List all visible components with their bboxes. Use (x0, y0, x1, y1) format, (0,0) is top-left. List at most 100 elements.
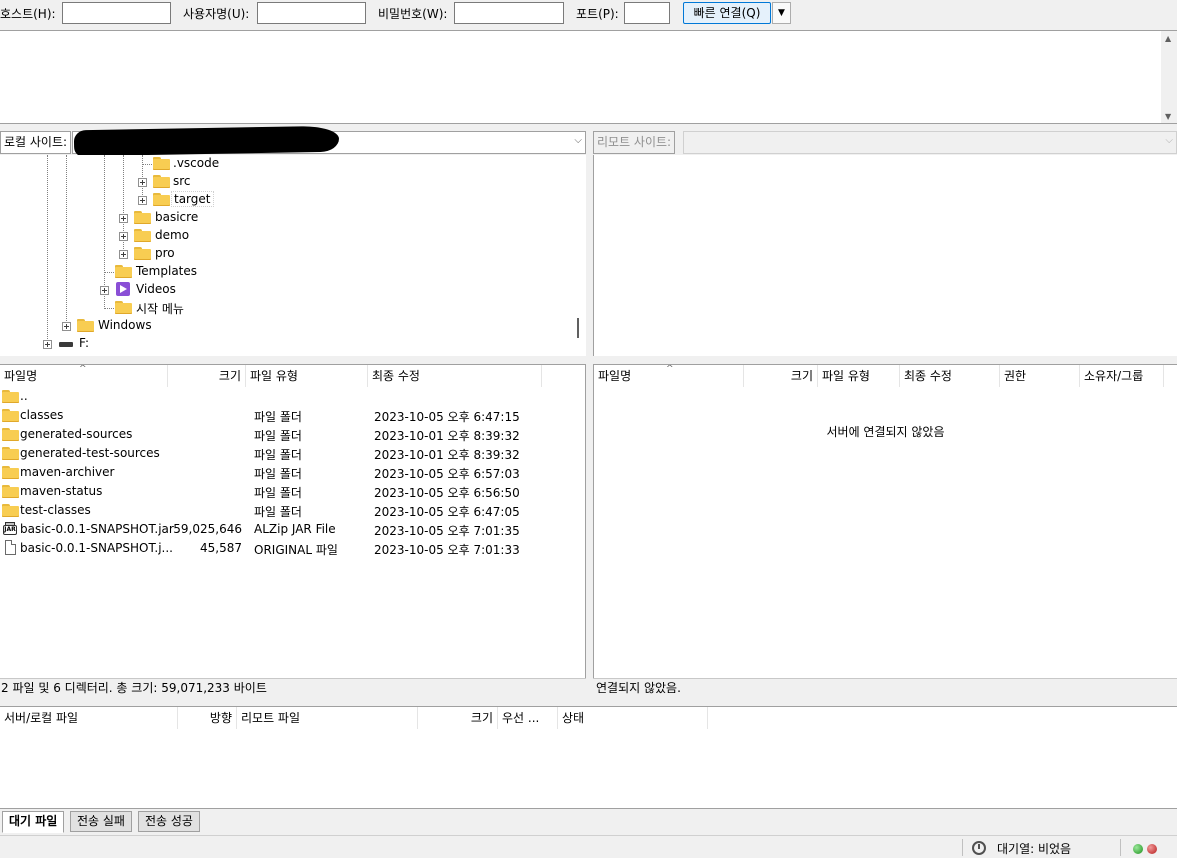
local-site-label: 로컬 사이트: (0, 131, 72, 154)
column-header-permissions[interactable]: 권한 (1000, 365, 1080, 387)
port-input[interactable] (624, 2, 670, 24)
folder-icon (2, 485, 19, 498)
file-row[interactable]: maven-archiver 파일 폴더 2023-10-05 오후 6:57:… (0, 463, 585, 482)
expand-icon[interactable] (119, 232, 128, 241)
file-row[interactable]: maven-status 파일 폴더 2023-10-05 오후 6:56:50 (0, 482, 585, 501)
file-row[interactable]: basic-0.0.1-SNAPSHOT.j... 45,587 ORIGINA… (0, 539, 585, 558)
file-name: basic-0.0.1-SNAPSHOT.j... (20, 541, 173, 555)
remote-tree[interactable] (593, 155, 1177, 356)
column-header-filename[interactable]: 파일명 ^ (594, 365, 744, 387)
expand-icon[interactable] (62, 322, 71, 331)
connection-led-green-icon (1133, 844, 1143, 854)
folder-icon (77, 319, 94, 332)
file-modified: 2023-10-05 오후 6:47:15 (374, 410, 520, 424)
file-type: 파일 폴더 (254, 467, 302, 481)
queue-header-status[interactable]: 상태 (558, 707, 708, 729)
password-input[interactable] (454, 2, 564, 24)
file-row[interactable]: generated-sources 파일 폴더 2023-10-01 오후 8:… (0, 425, 585, 444)
tree-node-src[interactable]: src (173, 174, 191, 188)
expand-icon[interactable] (138, 196, 147, 205)
tree-node-templates[interactable]: Templates (136, 264, 197, 278)
folder-icon (2, 409, 19, 422)
column-header-type[interactable]: 파일 유형 (246, 365, 368, 387)
tree-node-drive-f[interactable]: F: (79, 336, 89, 350)
queue-header-local-file[interactable]: 서버/로컬 파일 (0, 707, 178, 729)
host-input[interactable] (62, 2, 171, 24)
file-name: classes (20, 408, 64, 422)
expand-icon[interactable] (119, 214, 128, 223)
column-header-modified[interactable]: 최종 수정 (900, 365, 1000, 387)
file-row[interactable]: .. (0, 387, 585, 406)
tree-node-target[interactable]: target (171, 191, 214, 207)
tree-node-windows[interactable]: Windows (98, 318, 152, 332)
divider (1120, 839, 1121, 856)
divider (962, 839, 963, 856)
local-tree[interactable]: .vscode src target basicre demo pro Temp… (0, 155, 586, 356)
message-log-scrollbar[interactable]: ▲ ▼ (1161, 31, 1177, 123)
queue-status-icon (972, 841, 986, 855)
file-type: 파일 폴더 (254, 410, 302, 424)
scroll-down-icon[interactable]: ▼ (1165, 112, 1171, 121)
remote-file-list[interactable]: 파일명 ^ 크기 파일 유형 최종 수정 권한 소유자/그룹 서버에 연결되지 … (593, 364, 1177, 678)
column-header-filename[interactable]: 파일명 ^ (0, 365, 168, 387)
file-type: ORIGINAL 파일 (254, 543, 338, 557)
tree-branch (104, 308, 114, 309)
folder-icon (2, 504, 19, 517)
scroll-up-icon[interactable]: ▲ (1165, 34, 1171, 43)
local-file-list[interactable]: 파일명 ^ 크기 파일 유형 최종 수정 .. classes 파일 폴더 20… (0, 364, 586, 678)
column-header-size[interactable]: 크기 (168, 365, 246, 387)
column-header-label: 파일명 (598, 369, 632, 383)
file-row[interactable]: JAR basic-0.0.1-SNAPSHOT.jar 59,025,646 … (0, 520, 585, 539)
chevron-down-icon: ▼ (778, 8, 785, 18)
queue-header-remote-file[interactable]: 리모트 파일 (237, 707, 418, 729)
tree-node-videos[interactable]: Videos (136, 282, 176, 296)
file-row[interactable]: test-classes 파일 폴더 2023-10-05 오후 6:47:05 (0, 501, 585, 520)
redacted-path-mark (73, 125, 340, 157)
tree-node-basicre[interactable]: basicre (155, 210, 198, 224)
column-header-label: 파일명 (4, 369, 38, 383)
sort-ascending-icon: ^ (666, 364, 674, 374)
file-type: 파일 폴더 (254, 448, 302, 462)
password-label: 비밀번호(W): (378, 7, 448, 21)
expand-icon[interactable] (138, 178, 147, 187)
file-row[interactable]: classes 파일 폴더 2023-10-05 오후 6:47:15 (0, 406, 585, 425)
chevron-down-icon[interactable]: ⌵ (574, 135, 582, 146)
column-header-type[interactable]: 파일 유형 (818, 365, 900, 387)
folder-icon (134, 247, 151, 260)
queue-header-priority[interactable]: 우선 ... (498, 707, 558, 729)
local-tree-scroll-thumb[interactable] (577, 318, 579, 338)
expand-icon[interactable] (119, 250, 128, 259)
transfer-queue[interactable]: 서버/로컬 파일 방향 리모트 파일 크기 우선 ... 상태 (0, 706, 1177, 809)
quickconnect-button[interactable]: 빠른 연결(Q) (683, 2, 771, 24)
file-modified: 2023-10-01 오후 8:39:32 (374, 448, 520, 462)
quickconnect-dropdown-button[interactable]: ▼ (772, 2, 791, 24)
column-header-size[interactable]: 크기 (744, 365, 818, 387)
tree-node-demo[interactable]: demo (155, 228, 189, 242)
column-header-modified[interactable]: 최종 수정 (368, 365, 542, 387)
remote-status-text: 연결되지 않았음. (593, 678, 1177, 699)
tab-successful-transfers[interactable]: 전송 성공 (138, 811, 200, 832)
folder-icon (2, 428, 19, 441)
connection-led-red-icon (1147, 844, 1157, 854)
expand-icon[interactable] (43, 340, 52, 349)
folder-icon (2, 466, 19, 479)
file-size: 59,025,646 (173, 522, 242, 536)
tree-node-pro[interactable]: pro (155, 246, 175, 260)
queue-header-size[interactable]: 크기 (418, 707, 498, 729)
username-input[interactable] (257, 2, 366, 24)
folder-icon (153, 175, 170, 188)
tab-failed-transfers[interactable]: 전송 실패 (70, 811, 132, 832)
tree-node-start-menu[interactable]: 시작 메뉴 (136, 300, 184, 317)
folder-icon (134, 229, 151, 242)
pane-splitter[interactable] (586, 130, 593, 700)
file-row[interactable]: generated-test-sources 파일 폴더 2023-10-01 … (0, 444, 585, 463)
file-modified: 2023-10-05 오후 7:01:33 (374, 543, 520, 557)
message-log[interactable]: ▲ ▼ (0, 30, 1177, 124)
file-type: ALZip JAR File (254, 522, 336, 536)
tree-node-vscode[interactable]: .vscode (173, 156, 219, 170)
column-header-owner[interactable]: 소유자/그룹 (1080, 365, 1164, 387)
queue-header-direction[interactable]: 방향 (178, 707, 237, 729)
folder-icon (115, 265, 132, 278)
expand-icon[interactable] (100, 286, 109, 295)
tab-queued-files[interactable]: 대기 파일 (2, 811, 65, 833)
